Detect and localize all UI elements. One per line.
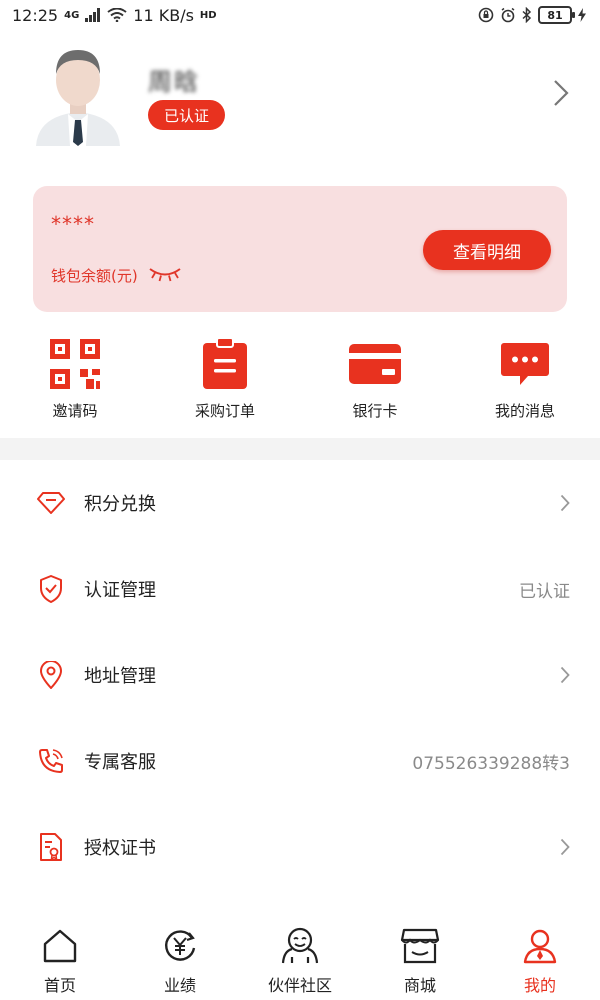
wallet-balance-masked: **** [51, 212, 95, 236]
location-pin-icon [36, 660, 66, 690]
quick-action-label: 银行卡 [352, 402, 398, 420]
quick-action-purchase-orders[interactable]: 采购订单 [150, 336, 300, 426]
nav-tab-performance[interactable]: 业绩 [120, 918, 240, 1000]
signal-bars-icon [85, 8, 101, 22]
charging-icon [578, 8, 586, 22]
wallet-card: **** 钱包余额(元) 查看明细 [33, 186, 567, 312]
person-icon [520, 926, 560, 966]
wifi-icon [107, 8, 127, 22]
bottom-navigation: 首页 业绩 伙伴社区 商城 我的 [0, 918, 600, 1000]
menu-item-verification[interactable]: 认证管理 已认证 [0, 546, 600, 632]
status-hd: HD [199, 9, 217, 21]
nav-tab-home[interactable]: 首页 [0, 918, 120, 1000]
avatar[interactable] [30, 42, 126, 146]
nav-label: 首页 [43, 976, 76, 995]
eye-closed-icon[interactable] [148, 264, 182, 286]
store-icon [400, 926, 440, 966]
wallet-balance-label-row: 钱包余额(元) [51, 264, 182, 286]
quick-action-invite-code[interactable]: 邀请码 [0, 336, 150, 426]
nav-tab-partner-community[interactable]: 伙伴社区 [240, 918, 360, 1000]
nav-tab-mall[interactable]: 商城 [360, 918, 480, 1000]
menu-item-label: 认证管理 [84, 580, 156, 601]
alarm-icon [500, 7, 516, 23]
nav-tab-mine[interactable]: 我的 [480, 918, 600, 1000]
section-divider [0, 438, 600, 460]
quick-action-label: 采购订单 [194, 402, 255, 420]
verification-status: 已认证 [519, 581, 570, 602]
menu-item-points-exchange[interactable]: 积分兑换 [0, 460, 600, 546]
menu-item-customer-service[interactable]: 专属客服 075526339288转3 [0, 718, 600, 804]
chevron-right-icon [560, 494, 570, 512]
quick-actions: 邀请码 采购订单 银行卡 我的消息 [0, 336, 600, 426]
status-time: 12:25 [12, 5, 59, 25]
community-icon [280, 926, 320, 966]
certificate-icon [36, 832, 66, 862]
wallet-balance-label: 钱包余额(元) [51, 266, 138, 285]
profile-header[interactable]: 周晗 已认证 [0, 34, 600, 154]
status-bar: 12:25 4G 11 KB/s HD 81 [0, 0, 600, 30]
quick-action-bank-card[interactable]: 银行卡 [300, 336, 450, 426]
phone-icon [36, 746, 66, 776]
chevron-right-icon [560, 666, 570, 684]
menu-item-label: 授权证书 [84, 838, 156, 859]
lock-rotation-icon [478, 7, 494, 23]
clipboard-icon [197, 336, 253, 392]
menu-item-label: 地址管理 [84, 666, 156, 687]
quick-action-my-messages[interactable]: 我的消息 [450, 336, 600, 426]
verified-badge: 已认证 [148, 100, 226, 130]
status-network-speed: 11 KB/s [133, 5, 194, 25]
customer-service-phone: 075526339288转3 [412, 753, 570, 774]
home-icon [40, 926, 80, 966]
quick-action-label: 邀请码 [52, 402, 98, 420]
battery-indicator: 81 [538, 6, 575, 24]
status-right: 81 [478, 6, 586, 24]
nav-label: 商城 [403, 976, 436, 995]
menu-item-authorization-certificate[interactable]: 授权证书 [0, 804, 600, 890]
qr-code-icon [47, 336, 103, 392]
menu-item-label: 专属客服 [84, 752, 156, 773]
shield-check-icon [36, 574, 66, 604]
menu-item-address[interactable]: 地址管理 [0, 632, 600, 718]
menu-item-label: 积分兑换 [84, 494, 156, 515]
diamond-icon [36, 488, 66, 518]
chevron-right-icon [560, 838, 570, 856]
message-icon [497, 336, 553, 392]
nav-label: 我的 [523, 976, 556, 995]
status-signal-type: 4G [64, 9, 80, 21]
nav-label: 业绩 [163, 976, 196, 995]
chevron-right-icon[interactable] [552, 78, 570, 112]
user-name: 周晗 [148, 68, 200, 96]
settings-menu: 积分兑换 认证管理 已认证 地址管理 专属客服 075526339288转3 授… [0, 460, 600, 890]
nav-label: 伙伴社区 [267, 976, 332, 995]
yen-refresh-icon [160, 926, 200, 966]
bank-card-icon [347, 336, 403, 392]
status-left: 12:25 4G 11 KB/s HD [12, 6, 217, 25]
quick-action-label: 我的消息 [494, 402, 555, 420]
bluetooth-icon [522, 7, 532, 23]
view-details-button[interactable]: 查看明细 [423, 230, 551, 270]
